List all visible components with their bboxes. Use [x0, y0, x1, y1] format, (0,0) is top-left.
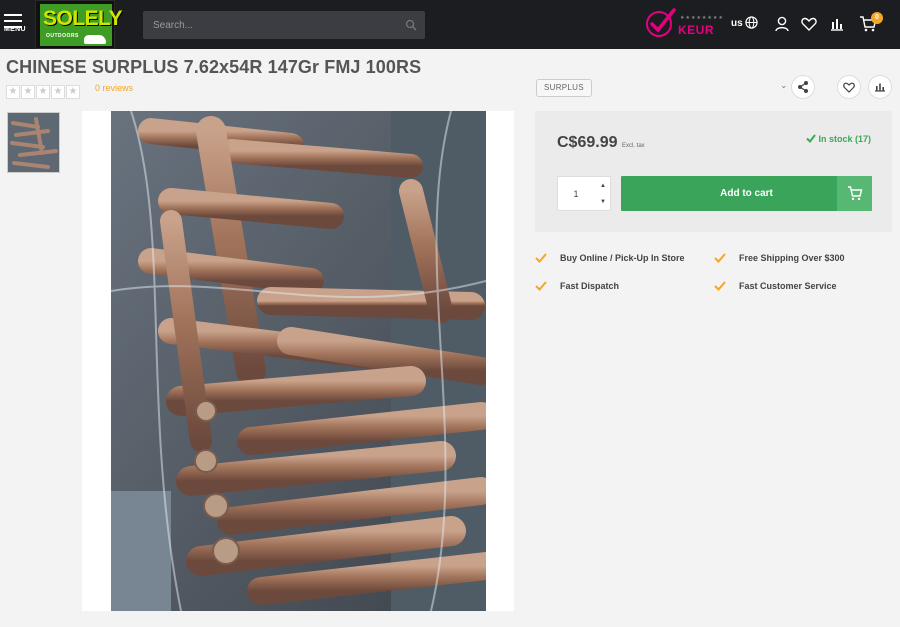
usp-label: Fast Dispatch	[560, 281, 620, 291]
star-icon: ★	[6, 85, 20, 99]
product-main-image[interactable]	[111, 111, 486, 611]
hamburger-menu-icon	[4, 14, 22, 16]
product-title: CHINESE SURPLUS 7.62x54R 147Gr FMJ 100RS	[6, 57, 422, 77]
keur-label: KEUR	[678, 23, 715, 37]
usp-label: Free Shipping Over $300	[739, 253, 845, 263]
account-icon[interactable]	[773, 15, 791, 33]
chevron-down-icon[interactable]: ⌄	[780, 80, 788, 91]
usp-label: Buy Online / Pick-Up In Store	[560, 253, 685, 263]
bear-icon	[84, 35, 106, 44]
stock-label: In stock (17)	[818, 134, 871, 144]
logo-wordmark: SOLELY	[43, 7, 123, 30]
rating-stars: ★ ★ ★ ★ ★	[6, 81, 81, 99]
quantity-stepper: ▲ ▼	[557, 176, 611, 211]
stock-status: In stock (17)	[806, 134, 871, 144]
keur-check-icon	[646, 8, 676, 37]
check-icon	[714, 253, 726, 263]
quantity-increase-button[interactable]: ▲	[595, 178, 611, 194]
star-icon: ★	[51, 85, 65, 99]
price-tax-note: Excl. tax	[622, 143, 645, 149]
region-label: us	[731, 18, 743, 29]
add-to-cart-label: Add to cart	[720, 188, 773, 199]
ammo-bag-illustration	[111, 111, 486, 611]
reviews-link[interactable]: 0 reviews	[95, 83, 133, 93]
site-header: MENU SOLELY OUTDOORS ★★★★★★★★ KEUR us	[0, 0, 900, 49]
hamburger-bar	[4, 20, 22, 22]
product-price: C$69.99	[557, 134, 618, 151]
quantity-input[interactable]	[558, 177, 594, 210]
heart-icon	[843, 82, 855, 93]
keur-trust-badge[interactable]: ★★★★★★★★ KEUR	[644, 8, 723, 40]
menu-label[interactable]: MENU	[4, 26, 26, 33]
compare-chart-icon	[875, 83, 885, 92]
cart-icon	[848, 186, 863, 201]
category-tag[interactable]: SURPLUS	[536, 79, 592, 97]
main-image-frame	[82, 111, 514, 611]
site-logo[interactable]: SOLELY OUTDOORS	[35, 0, 123, 49]
check-icon	[714, 281, 726, 291]
add-to-cart-icon-area	[837, 176, 872, 211]
add-to-wishlist-button[interactable]	[837, 75, 861, 99]
product-thumbnail[interactable]	[7, 112, 60, 173]
wishlist-heart-icon[interactable]	[800, 15, 818, 33]
quantity-decrease-button[interactable]: ▼	[595, 194, 611, 210]
check-icon	[535, 253, 547, 263]
logo-subtext: OUTDOORS	[46, 33, 79, 39]
search-icon[interactable]	[405, 19, 417, 31]
add-to-compare-button[interactable]	[868, 75, 892, 99]
thumbnail-image	[8, 113, 59, 172]
check-icon	[535, 281, 547, 291]
check-icon	[806, 134, 817, 144]
star-icon: ★	[36, 85, 50, 99]
globe-icon[interactable]	[745, 16, 758, 29]
compare-chart-icon[interactable]	[828, 15, 846, 33]
star-icon: ★	[21, 85, 35, 99]
keur-stars-icon: ★★★★★★★★	[680, 15, 724, 21]
search-bar	[143, 11, 425, 39]
buy-box: C$69.99 Excl. tax In stock (17) ▲ ▼ Add …	[535, 111, 892, 232]
share-icon	[798, 81, 808, 93]
usp-label: Fast Customer Service	[739, 281, 837, 291]
add-to-cart-button[interactable]: Add to cart	[621, 176, 872, 211]
search-input[interactable]	[153, 17, 393, 33]
share-button[interactable]	[791, 75, 815, 99]
region-selector[interactable]: us	[731, 18, 743, 29]
star-icon: ★	[66, 85, 80, 99]
cart-count-badge: 0	[871, 12, 883, 24]
logo-background: SOLELY OUTDOORS	[40, 4, 123, 46]
